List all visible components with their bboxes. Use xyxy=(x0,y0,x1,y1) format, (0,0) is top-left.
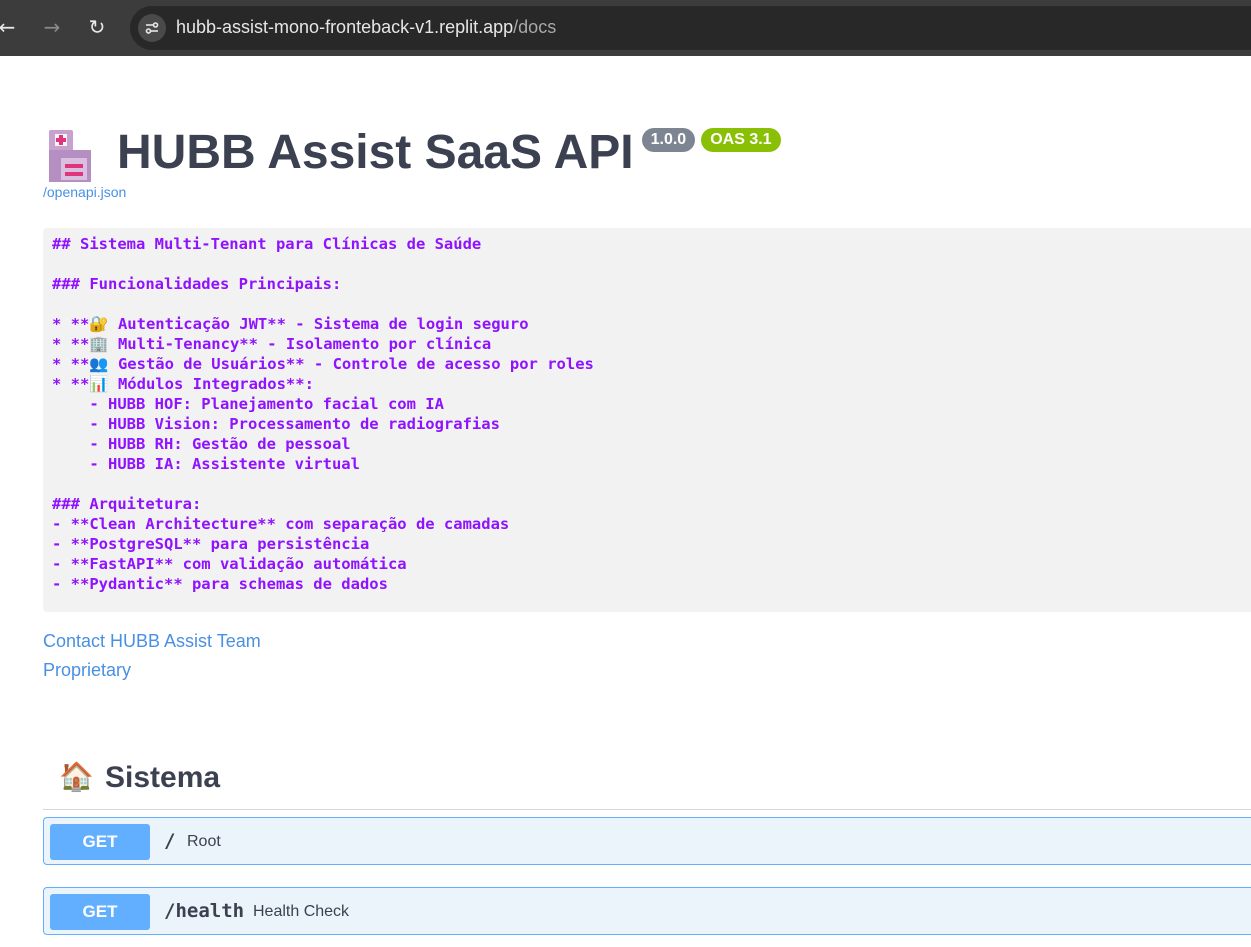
description-line: - **PostgreSQL** para persistência xyxy=(52,535,370,553)
description-text: ## Sistema Multi-Tenant para Clínicas de… xyxy=(43,228,1251,600)
description-line: * **🔐 Autenticação JWT** - Sistema de lo… xyxy=(52,315,529,333)
operation-path: /health xyxy=(164,900,245,922)
description-line: ## Sistema Multi-Tenant para Clínicas de… xyxy=(52,235,482,253)
openapi-spec-link[interactable]: /openapi.json xyxy=(43,184,126,200)
description-line: * **🏢 Multi-Tenancy** - Isolamento por c… xyxy=(52,335,492,353)
description-line: ### Funcionalidades Principais: xyxy=(52,275,342,293)
url-path: /docs xyxy=(513,17,557,37)
operation-summary: Root xyxy=(187,833,221,850)
method-badge: GET xyxy=(50,824,150,860)
api-title: HUBB Assist SaaS API xyxy=(117,126,634,179)
description-line: - HUBB IA: Assistente virtual xyxy=(52,455,360,473)
house-icon: 🏠 xyxy=(59,760,94,793)
forward-arrow-icon[interactable]: → xyxy=(35,10,69,44)
back-arrow-icon[interactable]: ← xyxy=(0,10,24,44)
operation-summary: Health Check xyxy=(253,903,350,920)
operation-path: / xyxy=(164,830,176,852)
address-bar[interactable]: hubb-assist-mono-fronteback-v1.replit.ap… xyxy=(130,6,1251,50)
url-host: hubb-assist-mono-fronteback-v1.replit.ap… xyxy=(176,17,514,37)
oas-badge: OAS 3.1 xyxy=(701,128,781,152)
license-link[interactable]: Proprietary xyxy=(43,660,131,681)
contact-link[interactable]: Contact HUBB Assist Team xyxy=(43,631,261,652)
description-line: - HUBB Vision: Processamento de radiogra… xyxy=(52,415,500,433)
description-line: - HUBB RH: Gestão de pessoal xyxy=(52,435,351,453)
description-line: * **📊 Módulos Integrados**: xyxy=(52,375,314,393)
url-text[interactable]: hubb-assist-mono-fronteback-v1.replit.ap… xyxy=(176,17,556,38)
description-line: - **FastAPI** com validação automática xyxy=(52,555,407,573)
description-line: - **Clean Architecture** com separação d… xyxy=(52,515,510,533)
tag-section-sistema[interactable]: 🏠 Sistema xyxy=(43,755,1251,810)
api-description: ## Sistema Multi-Tenant para Clínicas de… xyxy=(43,228,1251,612)
method-badge: GET xyxy=(50,894,150,930)
description-line: * **👥 Gestão de Usuários** - Controle de… xyxy=(52,355,594,373)
operation-get-root[interactable]: GET / Root xyxy=(43,817,1251,865)
api-title-row: HUBB Assist SaaS API 1.0.0 OAS 3.1 xyxy=(43,122,781,186)
section-title: Sistema xyxy=(105,761,221,794)
description-line: - HUBB HOF: Planejamento facial com IA xyxy=(52,395,444,413)
description-line: - **Pydantic** para schemas de dados xyxy=(52,575,388,593)
description-line: ### Arquitetura: xyxy=(52,495,202,513)
operation-get-health[interactable]: GET /health Health Check xyxy=(43,887,1251,935)
hospital-icon xyxy=(43,128,105,186)
version-badge: 1.0.0 xyxy=(641,128,696,152)
browser-toolbar: ← → ↻ hubb-assist-mono-fronteback-v1.rep… xyxy=(0,0,1251,56)
site-info-icon[interactable] xyxy=(138,14,166,42)
reload-icon[interactable]: ↻ xyxy=(80,10,114,44)
